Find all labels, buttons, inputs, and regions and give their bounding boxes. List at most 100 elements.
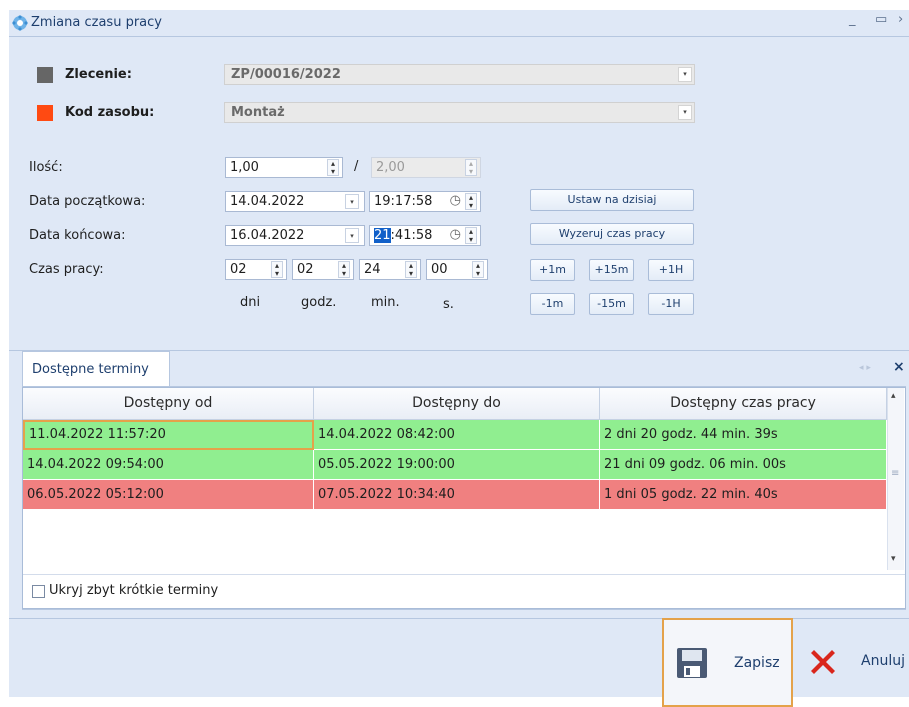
tab-available-terms-label: Dostępne terminy (32, 362, 149, 377)
minutes-spin-icon[interactable]: ▴ ▾ (405, 261, 417, 278)
start-time-spin-icon[interactable]: ▴ ▾ (465, 193, 477, 210)
seconds-unit: s. (443, 297, 454, 312)
grid-footer-divider (23, 574, 905, 575)
resource-combo[interactable]: Montaż ▾ (224, 102, 695, 123)
max-quantity-input: 2,00 ▴ ▾ (371, 157, 481, 178)
clock-icon[interactable]: ◷ (450, 227, 461, 242)
column-header-duration[interactable]: Dostępny czas pracy (600, 388, 887, 420)
title-separator (9, 36, 909, 37)
order-value: ZP/00016/2022 (231, 67, 341, 82)
table-cell[interactable]: 14.04.2022 09:54:00 (23, 450, 314, 480)
minutes-value: 24 (364, 262, 381, 277)
table-cell[interactable]: 2 dni 20 godz. 44 min. 39s (600, 420, 887, 450)
seconds-spin-icon[interactable]: ▴ ▾ (472, 261, 484, 278)
table-cell[interactable]: 07.05.2022 10:34:40 (314, 480, 600, 510)
start-date-value: 14.04.2022 (230, 194, 305, 209)
chevron-down-icon[interactable]: ▾ (678, 67, 692, 82)
terms-grid: Dostępny od Dostępny do Dostępny czas pr… (22, 387, 906, 609)
cancel-x-icon (811, 650, 835, 674)
table-cell[interactable]: 06.05.2022 05:12:00 (23, 480, 314, 510)
max-quantity-value: 2,00 (376, 160, 405, 175)
minus-1m-button[interactable]: -1m (530, 293, 575, 315)
window-title: Zmiana czasu pracy (31, 15, 162, 30)
close-button[interactable]: › (898, 12, 903, 27)
quantity-value: 1,00 (230, 160, 259, 175)
end-date-label: Data końcowa: (29, 228, 126, 243)
floppy-disk-icon (677, 648, 707, 678)
scroll-up-icon[interactable]: ▴ (891, 391, 896, 401)
seconds-input[interactable]: 00 ▴ ▾ (426, 259, 488, 280)
hours-spin-icon[interactable]: ▴ ▾ (338, 261, 350, 278)
plus-15m-button[interactable]: +15m (589, 259, 634, 281)
table-row[interactable]: 11.04.2022 11:57:20 14.04.2022 08:42:00 … (23, 420, 887, 450)
quantity-spin-icon[interactable]: ▴ ▾ (327, 159, 339, 176)
end-time-value: :41:58 (390, 228, 433, 243)
hours-value: 02 (297, 262, 314, 277)
chevron-down-icon[interactable]: ▾ (678, 105, 692, 120)
maximize-button[interactable]: ▭ (875, 12, 887, 27)
order-label: Zlecenie: (65, 67, 132, 82)
hours-input[interactable]: 02 ▴ ▾ (292, 259, 354, 280)
grid-vertical-scrollbar[interactable]: ▴ ≡ ▾ (887, 388, 904, 570)
chevron-down-icon[interactable]: ▾ (345, 194, 359, 209)
scroll-down-icon[interactable]: ▾ (891, 554, 896, 564)
table-cell[interactable]: 21 dni 09 godz. 06 min. 00s (600, 450, 887, 480)
end-date-input[interactable]: 16.04.2022 ▾ (225, 225, 365, 246)
cancel-button[interactable]: Anuluj (795, 618, 909, 707)
start-time-input[interactable]: 19:17:58 ◷ ▴ ▾ (369, 191, 481, 212)
days-value: 02 (230, 262, 247, 277)
resource-value: Montaż (231, 105, 285, 120)
worktime-label: Czas pracy: (29, 262, 104, 277)
reset-worktime-button[interactable]: Wyzeruj czas pracy (530, 223, 694, 245)
max-quantity-spin-icon: ▴ ▾ (465, 159, 477, 176)
plus-1m-button[interactable]: +1m (530, 259, 575, 281)
quantity-label: Ilość: (29, 160, 63, 175)
order-combo[interactable]: ZP/00016/2022 ▾ (224, 64, 695, 85)
hours-unit: godz. (301, 295, 337, 310)
days-input[interactable]: 02 ▴ ▾ (225, 259, 287, 280)
table-row[interactable]: 14.04.2022 09:54:00 05.05.2022 19:00:00 … (23, 450, 887, 480)
table-cell[interactable]: 1 dni 05 godz. 22 min. 40s (600, 480, 887, 510)
order-color-swatch (37, 67, 53, 83)
cancel-label: Anuluj (861, 653, 905, 669)
end-time-selected-text: 21 (374, 228, 391, 243)
column-header-to[interactable]: Dostępny do (314, 388, 600, 420)
table-cell[interactable]: 11.04.2022 11:57:20 (23, 420, 314, 450)
minutes-input[interactable]: 24 ▴ ▾ (359, 259, 421, 280)
tab-available-terms[interactable]: Dostępne terminy (22, 351, 170, 387)
hide-short-checkbox[interactable] (32, 585, 45, 598)
quantity-input[interactable]: 1,00 ▴ ▾ (225, 157, 343, 178)
start-date-input[interactable]: 14.04.2022 ▾ (225, 191, 365, 212)
dialog-window: Zmiana czasu pracy _ ▭ › Zlecenie: ZP/00… (9, 10, 909, 707)
column-header-from[interactable]: Dostępny od (23, 388, 314, 420)
chevron-down-icon[interactable]: ▾ (345, 228, 359, 243)
minus-1h-button[interactable]: -1H (648, 293, 694, 315)
table-row[interactable]: 06.05.2022 05:12:00 07.05.2022 10:34:40 … (23, 480, 887, 510)
table-cell[interactable]: 14.04.2022 08:42:00 (314, 420, 600, 450)
seconds-value: 00 (431, 262, 448, 277)
resource-label: Kod zasobu: (65, 105, 155, 120)
days-unit: dni (240, 295, 261, 310)
save-button[interactable]: Zapisz (662, 618, 793, 707)
start-time-value: 19:17:58 (374, 194, 433, 209)
minus-15m-button[interactable]: -15m (589, 293, 634, 315)
end-time-spin-icon[interactable]: ▴ ▾ (465, 227, 477, 244)
days-spin-icon[interactable]: ▴ ▾ (271, 261, 283, 278)
plus-1h-button[interactable]: +1H (648, 259, 694, 281)
panel-close-button[interactable]: × (893, 359, 905, 375)
resource-color-swatch (37, 105, 53, 121)
save-label: Zapisz (734, 655, 780, 671)
table-cell[interactable]: 05.05.2022 19:00:00 (314, 450, 600, 480)
set-today-button[interactable]: Ustaw na dzisiaj (530, 189, 694, 211)
scroll-thumb-grip-icon[interactable]: ≡ (891, 468, 899, 479)
panel-nav-arrows[interactable]: ◂ ▸ (859, 363, 871, 373)
clock-icon[interactable]: ◷ (450, 193, 461, 208)
minimize-button[interactable]: _ (849, 12, 856, 27)
quantity-separator: / (354, 159, 359, 174)
end-date-value: 16.04.2022 (230, 228, 305, 243)
end-time-input[interactable]: 21:41:58 ◷ ▴ ▾ (369, 225, 481, 246)
minutes-unit: min. (371, 295, 400, 310)
hide-short-label[interactable]: Ukryj zbyt krótkie terminy (49, 583, 218, 598)
app-gear-icon (12, 15, 28, 31)
start-date-label: Data początkowa: (29, 194, 146, 209)
